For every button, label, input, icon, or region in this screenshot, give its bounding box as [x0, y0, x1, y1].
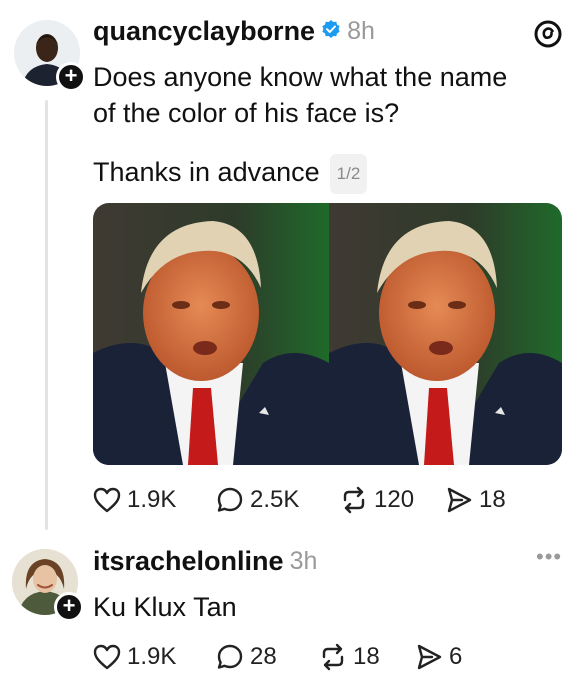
repost-count: 120	[374, 486, 415, 513]
post-text-line: Does anyone know what the name	[93, 62, 508, 92]
username[interactable]: quancyclayborne	[93, 16, 315, 47]
photo-right	[329, 203, 562, 465]
post-text-line: Thanks in advance	[93, 157, 320, 188]
like-count: 1.9K	[127, 486, 177, 513]
reply-count: 28	[250, 643, 277, 670]
repost-button[interactable]: 120	[340, 486, 414, 514]
like-count: 1.9K	[127, 643, 177, 670]
post-time: 8h	[347, 17, 375, 45]
follow-plus-icon[interactable]: +	[54, 592, 84, 622]
username[interactable]: itsrachelonline	[93, 546, 284, 577]
repost-button[interactable]: 18	[319, 643, 380, 671]
heart-icon	[93, 644, 121, 670]
threads-logo-icon[interactable]	[533, 19, 563, 54]
reply-time: 3h	[289, 547, 318, 575]
reply-button[interactable]: 28	[216, 643, 277, 671]
verified-badge-icon	[321, 19, 341, 44]
share-count: 6	[449, 643, 463, 670]
share-button[interactable]: 18	[445, 486, 506, 514]
photo-left	[93, 203, 329, 465]
follow-plus-icon[interactable]: +	[56, 62, 86, 92]
post-text-line: of the color of his face is?	[93, 98, 400, 128]
repost-count: 18	[353, 643, 380, 670]
post-body: Does anyone know what the name of the co…	[93, 59, 507, 131]
reply-icon	[217, 487, 243, 512]
share-count: 18	[479, 486, 506, 513]
more-options-icon[interactable]: •••	[536, 544, 562, 570]
like-button[interactable]: 1.9K	[93, 486, 176, 514]
post-text-thanks: Thanks in advance 1/2	[93, 154, 368, 194]
reply-text: Ku Klux Tan	[93, 592, 237, 622]
heart-icon	[93, 487, 121, 513]
share-icon	[417, 644, 442, 670]
reply-count: 2.5K	[250, 486, 300, 513]
reply-icon	[217, 644, 243, 669]
share-icon	[447, 487, 472, 513]
image-counter: 1/2	[329, 154, 368, 194]
thread-line	[45, 100, 48, 530]
share-button[interactable]: 6	[415, 643, 462, 671]
repost-icon	[322, 643, 344, 671]
repost-icon	[343, 486, 365, 514]
like-button[interactable]: 1.9K	[93, 643, 176, 671]
reply-button[interactable]: 2.5K	[216, 486, 299, 514]
post-image-carousel[interactable]	[93, 203, 562, 465]
